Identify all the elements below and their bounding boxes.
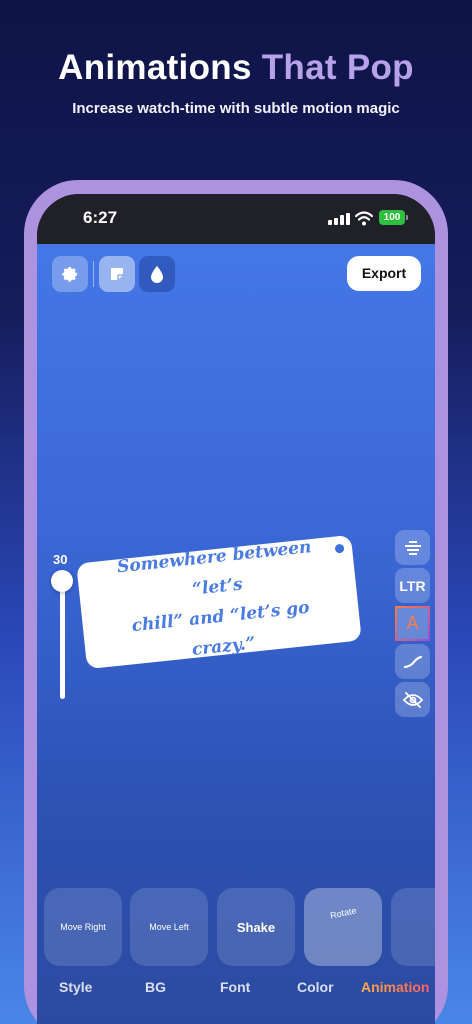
tab-color[interactable]: Color (297, 979, 334, 995)
align-center-icon (404, 540, 421, 555)
tab-animation[interactable]: Animation (361, 979, 429, 995)
curve-text-button[interactable] (395, 644, 430, 679)
animation-option-move-right[interactable]: Move Right (44, 888, 122, 966)
sticker-button[interactable] (99, 256, 135, 292)
size-slider-thumb[interactable] (51, 570, 73, 592)
align-center-button[interactable] (395, 530, 430, 565)
card-resize-handle[interactable] (334, 543, 345, 554)
animation-option-label: Rotate (328, 905, 358, 921)
phone-screen: 6:27 100 Export 30 Somewhere between “le… (37, 194, 435, 1024)
wifi-icon (355, 211, 373, 226)
size-value: 30 (53, 552, 68, 567)
promo-title-accent: That Pop (261, 48, 414, 87)
tab-bg[interactable]: BG (145, 979, 166, 995)
eye-off-icon (402, 691, 423, 708)
animation-option-move-left[interactable]: Move Left (130, 888, 208, 966)
text-direction-button[interactable]: LTR (395, 568, 430, 603)
settings-button[interactable] (52, 256, 88, 292)
text-card[interactable]: Somewhere between “let’s chill” and “let… (76, 534, 362, 670)
promo-headline: Animations That Pop (0, 48, 472, 88)
toolbar-divider (93, 261, 94, 287)
card-text[interactable]: Somewhere between “let’s chill” and “let… (89, 529, 348, 674)
status-time: 6:27 (83, 208, 118, 227)
export-button[interactable]: Export (347, 256, 421, 291)
status-bar: 6:27 100 (37, 194, 435, 244)
visibility-button[interactable] (395, 682, 430, 717)
font-style-button[interactable]: A (395, 606, 430, 641)
editor-canvas[interactable]: Export 30 Somewhere between “let’s chill… (37, 244, 435, 1024)
background-color-button[interactable] (139, 256, 175, 292)
droplet-icon (151, 266, 163, 283)
promo-title-main: Animations (58, 48, 252, 87)
tab-style[interactable]: Style (59, 979, 92, 995)
animation-option-rotate[interactable]: Rotate (304, 888, 382, 966)
sticker-icon (111, 268, 123, 280)
battery-badge: 100 (379, 210, 405, 225)
battery-tip (406, 215, 408, 220)
curve-icon (403, 655, 422, 668)
animation-option-partial[interactable]: Fa (391, 888, 435, 966)
animation-option-label: Move Left (149, 922, 189, 932)
promo-subtitle: Increase watch-time with subtle motion m… (72, 100, 400, 117)
signal-icon (328, 213, 350, 225)
animation-option-shake[interactable]: Shake (217, 888, 295, 966)
tab-font[interactable]: Font (220, 979, 250, 995)
animation-option-label: Shake (236, 919, 276, 935)
size-slider-track[interactable] (60, 579, 65, 699)
gear-icon (62, 266, 78, 282)
animation-option-label: Move Right (60, 922, 106, 932)
